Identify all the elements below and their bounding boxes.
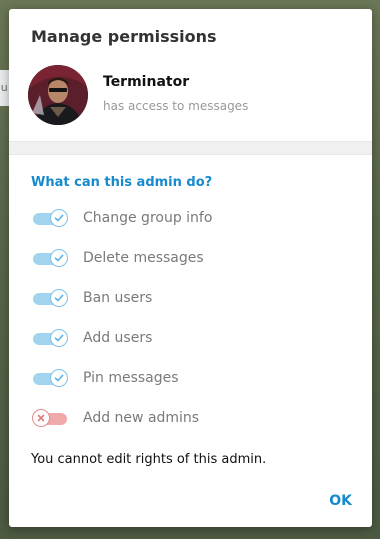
user-status: has access to messages (103, 99, 249, 113)
permission-row[interactable]: Add new admins (31, 407, 351, 431)
permission-toggle[interactable] (31, 329, 69, 349)
cannot-edit-note: You cannot edit rights of this admin. (31, 452, 267, 467)
checkmark-icon (50, 369, 68, 387)
checkmark-icon (50, 249, 68, 267)
background-message-text: ou (0, 81, 8, 94)
permission-toggle[interactable] (31, 249, 69, 269)
permission-row[interactable]: Delete messages (31, 247, 351, 271)
permission-row[interactable]: Add users (31, 327, 351, 351)
permission-label: Change group info (83, 210, 213, 226)
permission-label: Delete messages (83, 250, 204, 266)
checkmark-icon (50, 289, 68, 307)
permission-toggle[interactable] (31, 209, 69, 229)
permission-label: Ban users (83, 290, 153, 306)
checkmark-icon (50, 209, 68, 227)
permission-row[interactable]: Ban users (31, 287, 351, 311)
permission-toggle[interactable] (31, 409, 69, 429)
avatar (28, 65, 88, 125)
permission-toggle[interactable] (31, 369, 69, 389)
admin-user-row: Terminator has access to messages (9, 65, 372, 145)
cross-icon (32, 409, 50, 427)
permission-label: Add users (83, 330, 153, 346)
checkmark-icon (50, 329, 68, 347)
permission-label: Add new admins (83, 410, 200, 426)
manage-permissions-dialog: Manage permissions Terminator has access… (9, 9, 372, 527)
permission-row[interactable]: Change group info (31, 207, 351, 231)
permission-toggle[interactable] (31, 289, 69, 309)
section-divider (9, 141, 372, 155)
dialog-title: Manage permissions (31, 27, 217, 46)
permissions-section-title: What can this admin do? (31, 175, 213, 190)
user-avatar-image (28, 65, 88, 125)
user-name: Terminator (103, 74, 190, 90)
permission-label: Pin messages (83, 370, 179, 386)
permission-row[interactable]: Pin messages (31, 367, 351, 391)
ok-button[interactable]: OK (329, 493, 352, 509)
